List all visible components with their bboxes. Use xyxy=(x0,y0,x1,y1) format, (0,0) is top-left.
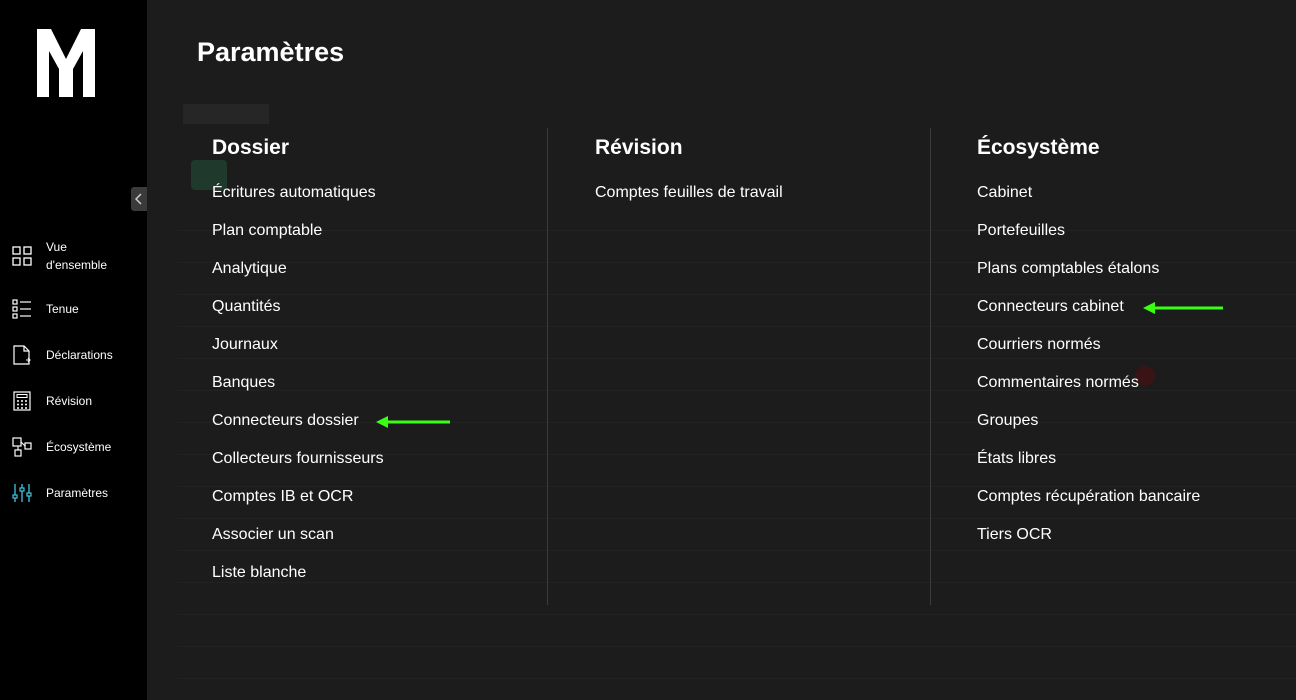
sidebar-item-label: Paramètres xyxy=(46,486,109,500)
menu-item-portefeuilles[interactable]: Portefeuilles xyxy=(977,221,1200,259)
menu-item-courriers-normes[interactable]: Courriers normés xyxy=(977,335,1200,373)
menu-item-associer-scan[interactable]: Associer un scan xyxy=(212,525,384,563)
menu-item-comptes-feuilles-travail[interactable]: Comptes feuilles de travail xyxy=(595,183,783,221)
menu-item-ecritures-automatiques[interactable]: Écritures automatiques xyxy=(212,183,384,221)
logo-m-icon[interactable] xyxy=(37,29,95,97)
column-header: Dossier xyxy=(212,136,290,159)
sidebar-item-ecosysteme[interactable]: Écosystème xyxy=(0,424,147,470)
sidebar-item-label: Vue d'ensemble xyxy=(46,240,107,272)
menu-item-analytique[interactable]: Analytique xyxy=(212,259,384,297)
sidebar-item-parametres[interactable]: Paramètres xyxy=(0,470,147,516)
collapse-sidebar-button[interactable] xyxy=(131,187,147,211)
menu-item-plan-comptable[interactable]: Plan comptable xyxy=(212,221,384,259)
list-icon xyxy=(12,299,31,319)
menu-item-connecteurs-dossier[interactable]: Connecteurs dossier xyxy=(212,411,384,449)
menu-item-comptes-recuperation-bancaire[interactable]: Comptes récupération bancaire xyxy=(977,487,1200,525)
menu-item-etats-libres[interactable]: États libres xyxy=(977,449,1200,487)
menu-item-tiers-ocr[interactable]: Tiers OCR xyxy=(977,525,1200,563)
sidebar-item-declarations[interactable]: Déclarations xyxy=(0,332,147,378)
arrow-left-icon xyxy=(376,416,450,428)
calculator-icon xyxy=(13,391,31,411)
background-heading xyxy=(183,104,269,124)
menu-item-banques[interactable]: Banques xyxy=(212,373,384,411)
menu-item-comptes-ib-ocr[interactable]: Comptes IB et OCR xyxy=(212,487,384,525)
background-row-divider xyxy=(177,678,1296,679)
column-header: Révision xyxy=(595,136,683,159)
menu-list: Cabinet Portefeuilles Plans comptables é… xyxy=(977,183,1200,563)
menu-item-plans-comptables-etalons[interactable]: Plans comptables étalons xyxy=(977,259,1200,297)
menu-item-groupes[interactable]: Groupes xyxy=(977,411,1200,449)
menu-item-commentaires-normes[interactable]: Commentaires normés xyxy=(977,373,1200,411)
menu-item-liste-blanche[interactable]: Liste blanche xyxy=(212,563,384,601)
column-divider xyxy=(547,128,548,605)
arrow-left-icon xyxy=(1143,302,1223,314)
column-divider xyxy=(930,128,931,605)
background-row-divider xyxy=(177,646,1296,647)
menu-item-quantites[interactable]: Quantités xyxy=(212,297,384,335)
sidebar-nav: Vue d'ensemble Tenue Déclarations Révisi… xyxy=(0,236,147,516)
sidebar-item-revision[interactable]: Révision xyxy=(0,378,147,424)
menu-item-cabinet[interactable]: Cabinet xyxy=(977,183,1200,221)
sliders-icon xyxy=(12,484,32,502)
sidebar: Vue d'ensemble Tenue Déclarations Révisi… xyxy=(0,0,147,700)
menu-item-journaux[interactable]: Journaux xyxy=(212,335,384,373)
column-header: Écosystème xyxy=(977,136,1100,159)
document-icon xyxy=(13,345,31,365)
menu-item-collecteurs-fournisseurs[interactable]: Collecteurs fournisseurs xyxy=(212,449,384,487)
sidebar-item-label: Écosystème xyxy=(46,440,112,454)
menu-list: Écritures automatiques Plan comptable An… xyxy=(212,183,384,601)
page-title: Paramètres xyxy=(197,37,345,67)
sidebar-item-label: Tenue xyxy=(46,302,79,316)
sidebar-item-label: Déclarations xyxy=(46,348,113,362)
chevron-left-icon xyxy=(135,193,142,205)
background-row-divider xyxy=(177,614,1296,615)
sidebar-item-label: Révision xyxy=(46,394,93,408)
sidebar-item-vue-ensemble[interactable]: Vue d'ensemble xyxy=(0,236,147,276)
grid-icon xyxy=(12,246,32,266)
sidebar-item-tenue[interactable]: Tenue xyxy=(0,286,147,332)
network-icon xyxy=(12,437,32,457)
menu-list: Comptes feuilles de travail xyxy=(595,183,783,221)
